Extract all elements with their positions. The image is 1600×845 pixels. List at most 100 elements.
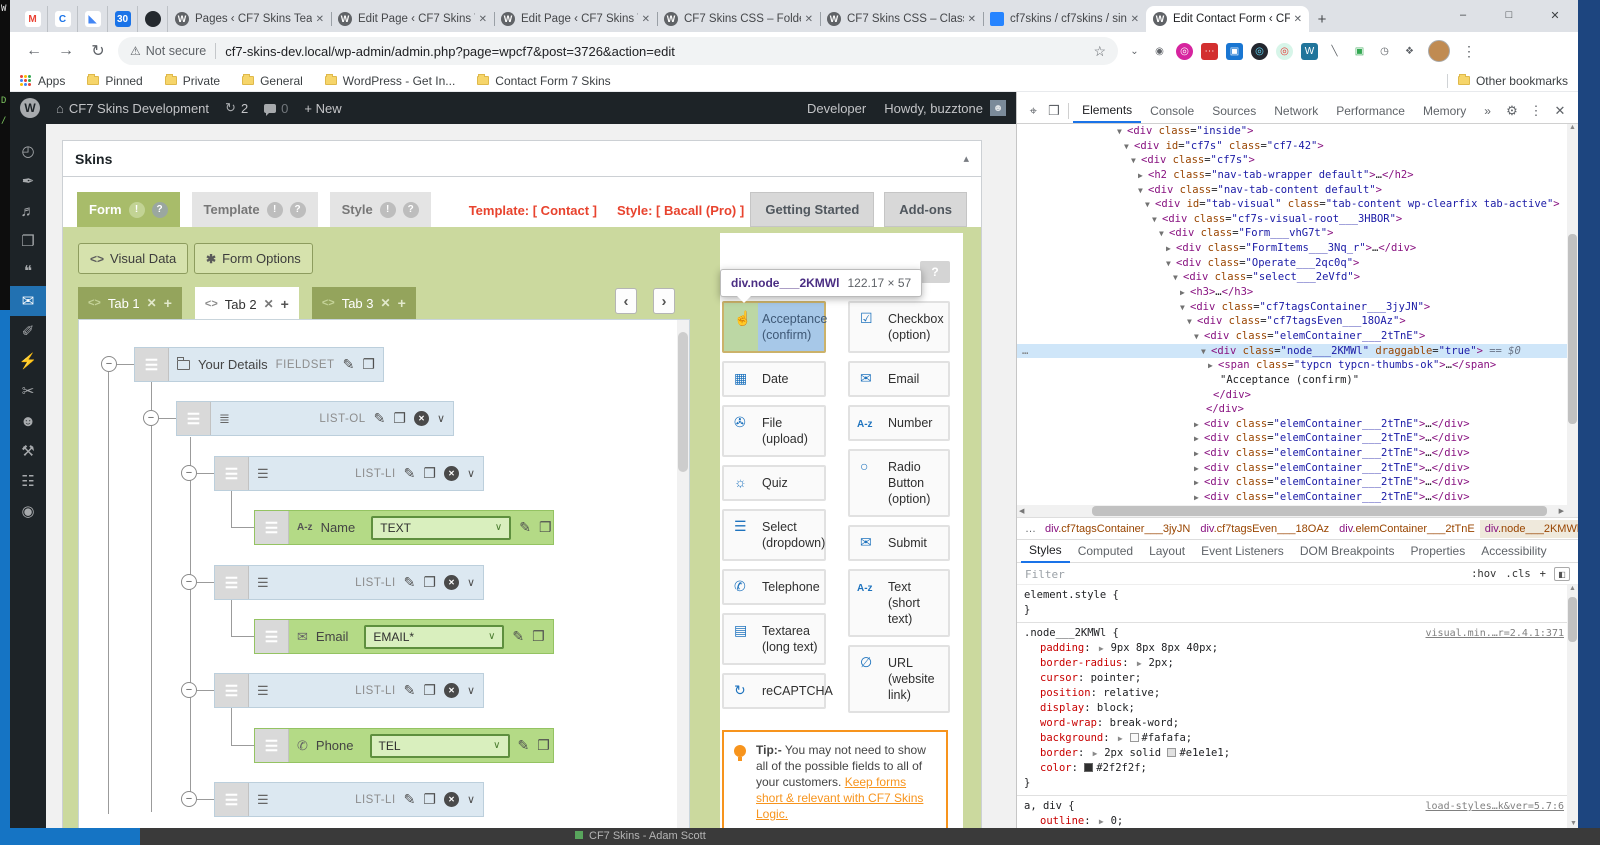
bookmark-item[interactable]: WordPress - Get In... — [325, 74, 455, 88]
howdy-account-link[interactable]: Howdy, buzztone ☻ — [884, 100, 1006, 116]
sidebar-item-pages[interactable]: ❐ — [10, 226, 46, 256]
camera-extension-icon[interactable]: ◉ — [1151, 43, 1168, 60]
drag-handle[interactable]: ☰ — [215, 674, 249, 707]
reload-icon[interactable]: ↻ — [85, 38, 111, 64]
next-tab-arrow[interactable]: › — [653, 288, 675, 314]
help-badge[interactable]: ? — [152, 202, 168, 218]
style-toggle-hov[interactable]: :hov — [1471, 568, 1496, 580]
stylesheet-link[interactable]: load-styles…k&ver=5.7:6 — [1426, 799, 1564, 814]
browser-tab[interactable]: WCF7 Skins CSS – Classes✕ — [820, 6, 983, 32]
tree-row-list-li[interactable]: ☰☰LIST-LI✎❐✕∨ — [214, 565, 484, 600]
drag-handle[interactable]: ☰ — [255, 620, 289, 653]
wordpress-extension-icon[interactable]: W — [1301, 43, 1318, 60]
collapse-toggle[interactable]: − — [181, 465, 197, 481]
tab-close-icon[interactable]: ✕ — [805, 14, 813, 25]
forward-icon[interactable]: → — [53, 38, 79, 64]
close-tab-icon[interactable]: ✕ — [381, 296, 391, 310]
chevron-down-icon[interactable]: ∨ — [467, 793, 475, 806]
palette-item-checkbox-option[interactable]: ☑Checkbox (option) — [848, 301, 950, 353]
calendar-30-pinned-tab[interactable]: 30 — [108, 6, 138, 32]
dom-node-line[interactable]: ▼<div class="nav-tab-content default"> — [1017, 183, 1578, 198]
devtools-menu-icon[interactable]: ⋮ — [1524, 100, 1548, 122]
collapse-toggle[interactable]: − — [101, 356, 117, 372]
browser-menu-icon[interactable]: ⋮ — [1456, 43, 1482, 60]
tree-row-list-li[interactable]: ☰☰LIST-LI✎❐✕∨ — [214, 673, 484, 708]
close-button[interactable]: ✕ — [1532, 0, 1578, 30]
delete-icon[interactable]: ✕ — [444, 466, 459, 481]
field-type-select[interactable]: TEL∨ — [370, 734, 510, 758]
browser-tab[interactable]: WPages ‹ CF7 Skins Team -✕ — [168, 6, 331, 32]
dom-node-line[interactable]: </div> — [1017, 388, 1578, 403]
new-content-link[interactable]: + New — [304, 101, 341, 116]
devtools-tab-network[interactable]: Network — [1265, 98, 1327, 123]
form-tab-tab-3[interactable]: <>Tab 3✕+ — [312, 287, 416, 319]
collapse-toggle[interactable]: − — [181, 791, 197, 807]
stylesheet-link[interactable]: visual.min.…r=2.4.1:371 — [1426, 626, 1564, 641]
panel-tab-styles[interactable]: Styles — [1021, 539, 1070, 563]
breadcrumb-item[interactable]: div.elemContainer___2tTnE — [1334, 520, 1480, 538]
palette-item-file-upload[interactable]: ✇File (upload) — [722, 405, 826, 457]
devtools-tab-elements[interactable]: Elements — [1073, 98, 1141, 123]
edit-icon[interactable]: ✎ — [512, 628, 524, 645]
sidebar-item-posts[interactable]: ✒ — [10, 166, 46, 196]
css-rule[interactable]: .node___2KMWl {visual.min.…r=2.4.1:371pa… — [1017, 623, 1578, 796]
devtools-tab-memory[interactable]: Memory — [1414, 98, 1475, 123]
filter-input[interactable]: Filter — [1025, 568, 1462, 581]
target-extension-icon[interactable]: ◎ — [1276, 43, 1293, 60]
dom-node-line[interactable]: ▶<div class="elemContainer___2tTnE">…</d… — [1017, 490, 1578, 505]
computed-sidebar-icon[interactable]: ◧ — [1554, 567, 1570, 581]
c-logo-pinned-tab[interactable]: C — [48, 6, 78, 32]
delete-icon[interactable]: ✕ — [414, 411, 429, 426]
drag-handle[interactable]: ☰ — [215, 566, 249, 599]
add-tab-icon[interactable]: + — [281, 296, 289, 312]
prev-tab-arrow[interactable]: ‹ — [615, 288, 637, 314]
screenshot-extension-icon[interactable]: ▣ — [1351, 43, 1368, 60]
elements-vertical-scrollbar[interactable]: ▲ — [1567, 124, 1578, 505]
palette-item-textarea-long-text[interactable]: ▤Textarea (long text) — [722, 613, 826, 665]
palette-item-submit[interactable]: ✉Submit — [848, 525, 950, 561]
palette-item-number[interactable]: A-zNumber — [848, 405, 950, 441]
dom-node-line[interactable]: ▶<div class="elemContainer___2tTnE">…</d… — [1017, 446, 1578, 461]
color-swatch[interactable] — [1084, 763, 1093, 772]
help-badge[interactable]: ? — [403, 202, 419, 218]
dom-node-line[interactable]: ▶<div class="elemContainer___2tTnE">…</d… — [1017, 431, 1578, 446]
palette-help-button[interactable]: ? — [920, 261, 950, 283]
drag-handle[interactable]: ☰ — [215, 457, 249, 490]
tab-close-icon[interactable]: ✕ — [1131, 14, 1139, 25]
tree-row-name[interactable]: ☰A-zNameTEXT∨✎❐✕∨ — [254, 510, 554, 545]
dom-node-line[interactable]: ▼<div id="tab-visual" class="tab-content… — [1017, 197, 1578, 212]
palette-item-quiz[interactable]: ☼Quiz — [722, 465, 826, 501]
tree-row-your details[interactable]: ☰Your DetailsFIELDSET✎❐✕ — [134, 347, 384, 382]
new-tab-button[interactable]: + — [1309, 6, 1335, 32]
chevron-down-icon[interactable]: ∨ — [467, 684, 475, 697]
tab-close-icon[interactable]: ✕ — [642, 14, 650, 25]
apps-shortcut[interactable]: Apps — [20, 74, 65, 88]
tab-template[interactable]: Template!? — [192, 192, 318, 227]
dom-node-line[interactable]: …▼<div class="node___2KMWl" draggable="t… — [1017, 344, 1578, 359]
palette-item-telephone[interactable]: ✆Telephone — [722, 569, 826, 605]
other-bookmarks[interactable]: Other bookmarks — [1458, 74, 1568, 88]
edit-icon[interactable]: ✎ — [518, 737, 530, 754]
bookmark-item[interactable]: Pinned — [87, 74, 142, 88]
devtools-settings-icon[interactable]: ⚙ — [1500, 100, 1524, 122]
style-toggle-cls[interactable]: .cls — [1505, 568, 1530, 580]
panel-tab-computed[interactable]: Computed — [1070, 540, 1141, 562]
duplicate-icon[interactable]: ❐ — [362, 356, 375, 373]
device-toolbar-icon[interactable]: ❒ — [1044, 100, 1065, 122]
getting-started-button[interactable]: Getting Started — [750, 192, 874, 227]
dom-node-line[interactable]: ▼<div class="cf7tagsContainer___3jyJN"> — [1017, 300, 1578, 315]
dom-node-line[interactable]: ▶<h3>…</h3> — [1017, 285, 1578, 300]
css-rule[interactable]: a, div {load-styles…k&ver=5.7:6outline: … — [1017, 796, 1578, 828]
palette-item-text-short-text[interactable]: A-zText (short text) — [848, 569, 950, 637]
address-bar[interactable]: ⚠ Not secure cf7-skins-dev.local/wp-admi… — [118, 37, 1118, 65]
devtools-close-icon[interactable]: ✕ — [1548, 100, 1572, 122]
back-icon[interactable]: ← — [21, 38, 47, 64]
dom-node-line[interactable]: ▼<div class="Form___vhG7t"> — [1017, 226, 1578, 241]
dom-node-line[interactable]: </div> — [1017, 402, 1578, 417]
comments-link[interactable]: 0 — [264, 101, 288, 116]
css-rule[interactable]: element.style {} — [1017, 585, 1578, 623]
palette-item-date[interactable]: ▦Date — [722, 361, 826, 397]
devtools-tab-performance[interactable]: Performance — [1327, 98, 1414, 123]
devtools-tab-console[interactable]: Console — [1141, 98, 1203, 123]
sidebar-item-comments[interactable]: ❝ — [10, 256, 46, 286]
